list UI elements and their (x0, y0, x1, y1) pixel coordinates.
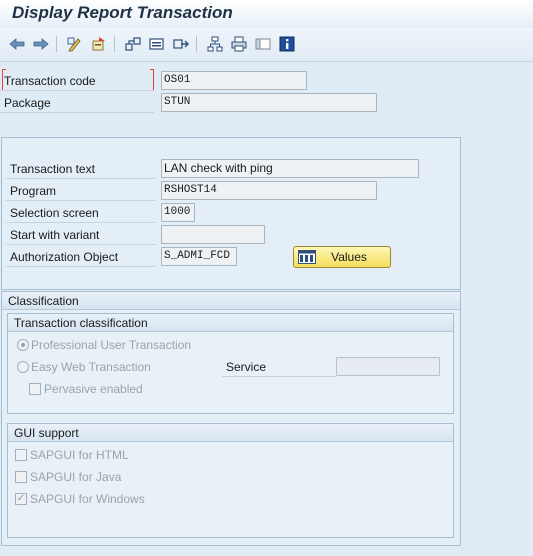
program-field[interactable]: RSHOST14 (161, 181, 377, 200)
display-change-icon[interactable] (66, 35, 84, 53)
window-title: Display Report Transaction (12, 3, 233, 22)
navigate-icon[interactable] (172, 35, 190, 53)
print-icon[interactable] (230, 35, 248, 53)
professional-user-radio[interactable] (17, 339, 29, 351)
gui-support-header: GUI support (8, 424, 453, 442)
pervasive-checkbox[interactable] (29, 383, 41, 395)
where-used-icon[interactable] (124, 35, 142, 53)
easy-web-label: Easy Web Transaction (31, 360, 151, 374)
easy-web-radio[interactable] (17, 361, 29, 373)
title-bar: Display Report Transaction (0, 0, 533, 28)
transaction-text-field[interactable]: LAN check with ping (161, 159, 419, 178)
layout-icon[interactable] (254, 35, 272, 53)
selection-screen-field[interactable]: 1000 (161, 203, 195, 222)
table-grid-icon (298, 250, 316, 264)
package-label: Package (0, 93, 154, 113)
values-button[interactable]: Values (293, 246, 391, 268)
toolbar-separator (56, 36, 57, 52)
classification-header: Classification (2, 292, 460, 310)
start-variant-field[interactable] (161, 225, 265, 244)
authorization-object-label: Authorization Object (6, 247, 156, 267)
application-toolbar (0, 28, 533, 62)
professional-user-label: Professional User Transaction (31, 338, 192, 352)
toolbar-separator (114, 36, 115, 52)
sapgui-windows-checkbox[interactable]: ✓ (15, 493, 27, 505)
back-arrow-icon[interactable] (8, 35, 26, 53)
hierarchy-icon[interactable] (206, 35, 224, 53)
sapgui-java-checkbox[interactable] (15, 471, 27, 483)
toolbar-separator (196, 36, 197, 52)
transport-icon[interactable] (148, 35, 166, 53)
pervasive-label: Pervasive enabled (44, 382, 143, 396)
transaction-classification-header: Transaction classification (8, 314, 453, 332)
selection-screen-label: Selection screen (6, 203, 156, 223)
sapgui-java-label: SAPGUI for Java (30, 470, 122, 484)
sapgui-html-label: SAPGUI for HTML (30, 448, 129, 462)
transaction-text-label: Transaction text (6, 159, 156, 179)
info-icon[interactable] (278, 35, 296, 53)
authorization-object-field[interactable]: S_ADMI_FCD (161, 247, 237, 266)
sapgui-html-checkbox[interactable] (15, 449, 27, 461)
other-object-icon[interactable] (90, 35, 108, 53)
forward-arrow-icon[interactable] (32, 35, 50, 53)
service-field[interactable] (336, 357, 440, 376)
transaction-code-label: Transaction code (0, 71, 154, 91)
program-label: Program (6, 181, 156, 201)
sapgui-windows-label: SAPGUI for Windows (30, 492, 145, 506)
values-button-label: Values (331, 250, 367, 264)
transaction-code-field[interactable]: OS01 (161, 71, 307, 90)
start-variant-label: Start with variant (6, 225, 156, 245)
service-label: Service (222, 357, 336, 377)
package-field[interactable]: STUN (161, 93, 377, 112)
